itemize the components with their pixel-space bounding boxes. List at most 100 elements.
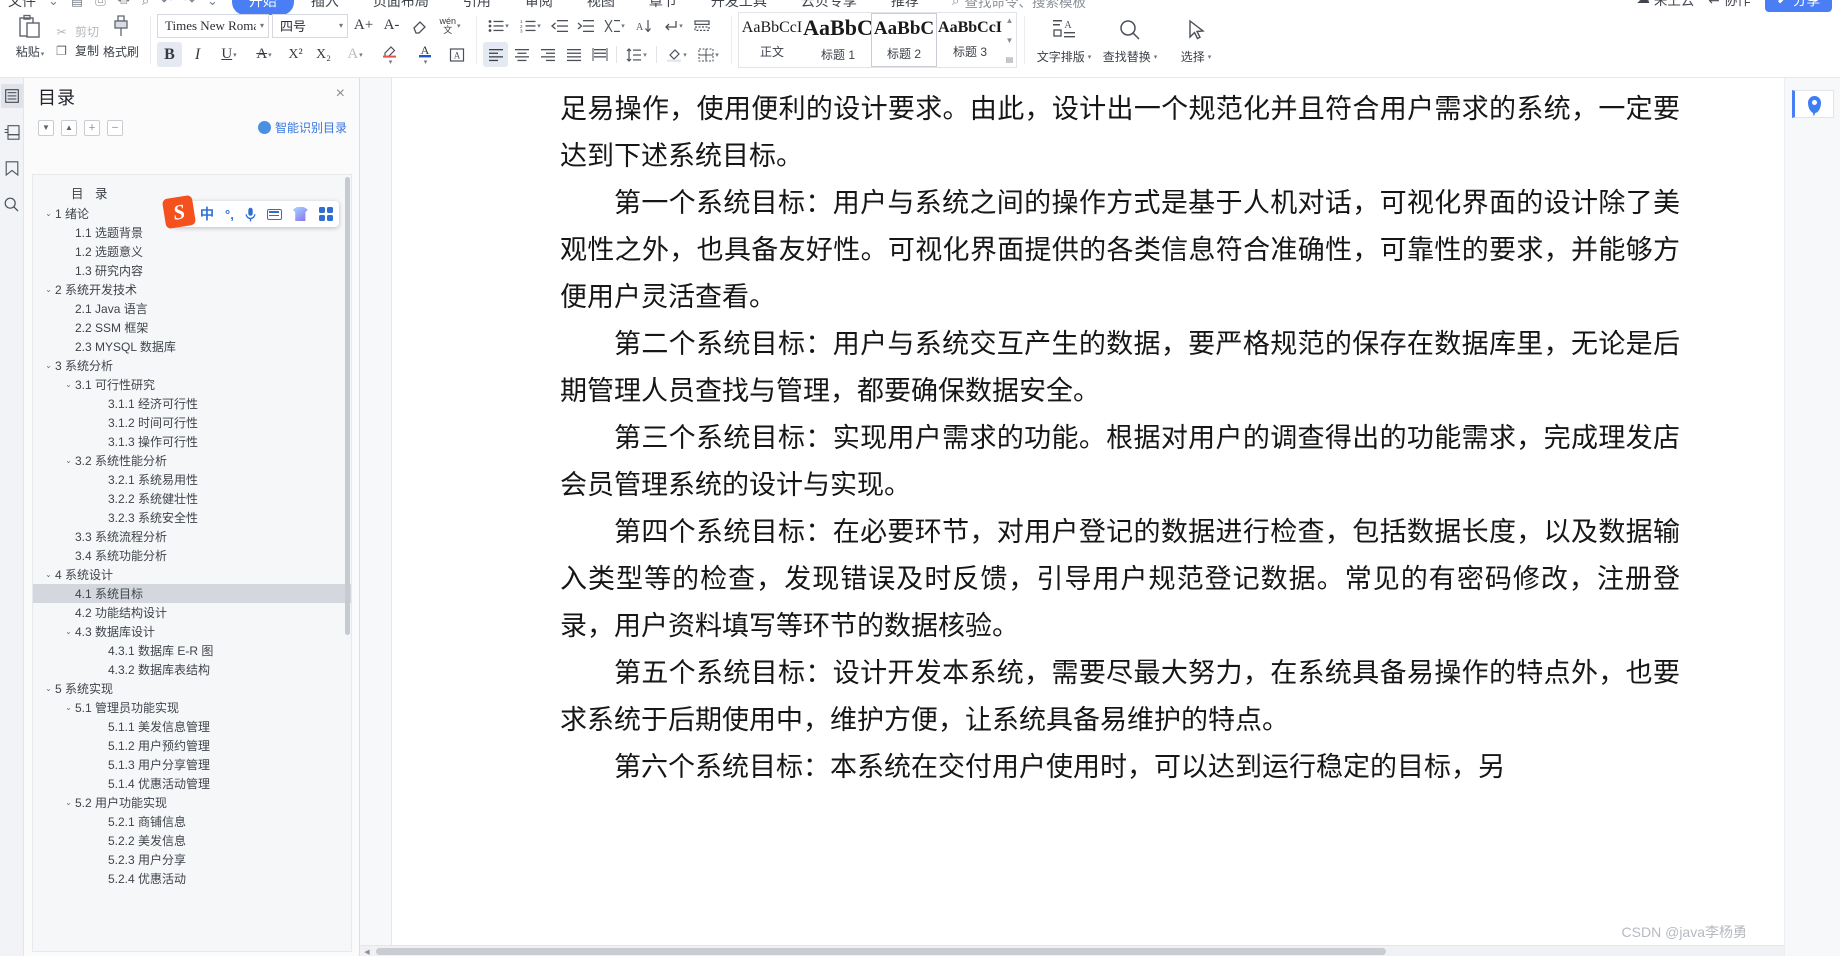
toc-item[interactable]: 2.1 Java 语言 — [33, 299, 351, 318]
numbered-list-button[interactable]: 123 ▾ — [515, 13, 546, 38]
styles-scrollbar[interactable]: ▲ ▼ ▤ — [1003, 13, 1016, 67]
chevron-up-icon[interactable]: ▲ — [61, 119, 77, 136]
superscript-button[interactable]: X² — [283, 42, 308, 67]
chevron-down-icon[interactable]: ⌄ — [62, 798, 75, 807]
collaborate-button[interactable]: ⇄ 协作 — [1708, 0, 1750, 9]
line-spacing-button[interactable]: ▾ — [621, 42, 652, 67]
chevron-down-icon[interactable]: ⌄ — [62, 456, 75, 465]
skin-icon[interactable] — [292, 207, 308, 221]
location-badge[interactable] — [1792, 90, 1834, 118]
chevron-down-icon[interactable]: ⌄ — [62, 627, 75, 636]
toc-item[interactable]: 3.2.2 系统健壮性 — [33, 489, 351, 508]
format-painter-button[interactable]: 格式刷 — [99, 10, 143, 60]
distributed-align-button[interactable] — [587, 42, 612, 67]
style-normal[interactable]: AaBbCcI 正文 — [739, 13, 805, 67]
microphone-icon[interactable] — [245, 207, 256, 222]
toc-item[interactable]: 4.1 系统目标 — [33, 584, 351, 603]
scroll-down-icon[interactable]: ▼ — [1006, 36, 1014, 45]
font-size-select[interactable]: 四号 ▾ — [272, 13, 349, 38]
chevron-down-icon[interactable]: ⌄ — [42, 209, 55, 218]
paste-button[interactable]: 粘贴▾ — [7, 10, 53, 60]
underline-button[interactable]: U ▾ — [213, 42, 245, 67]
smart-toc-button[interactable]: 智能识别目录 — [257, 119, 347, 136]
chevron-down-icon[interactable]: ⌄ — [42, 684, 55, 693]
toc-item[interactable]: ⌄ 4.3 数据库设计 — [33, 622, 351, 641]
bold-button[interactable]: B — [157, 42, 183, 67]
highlight-color-button[interactable]: ▾ — [374, 42, 406, 67]
toc-item[interactable]: 5.2.4 优惠活动 — [33, 869, 351, 888]
strikethrough-button[interactable]: A ▾ — [248, 42, 280, 67]
toc-item[interactable]: 5.2.1 商铺信息 — [33, 812, 351, 831]
bullet-list-button[interactable]: ▾ — [483, 13, 514, 38]
select-button[interactable]: 选择 ▾ — [1163, 12, 1229, 70]
toc-item[interactable]: ⌄ 4 系统设计 — [33, 565, 351, 584]
toc-item[interactable]: 3.1.3 操作可行性 — [33, 432, 351, 451]
chevron-down-icon[interactable]: ⌄ — [42, 570, 55, 579]
toc-item[interactable]: 4.2 功能结构设计 — [33, 603, 351, 622]
toc-item[interactable]: 5.1.1 美发信息管理 — [33, 717, 351, 736]
paragraph-layout-button[interactable] — [689, 13, 714, 38]
align-left-button[interactable] — [483, 42, 509, 67]
toc-item[interactable]: 3.2.3 系统安全性 — [33, 508, 351, 527]
text-layout-button[interactable]: A 文字排版 ▾ — [1031, 12, 1097, 70]
horizontal-scrollbar[interactable]: ◀ ▶ — [360, 945, 1812, 956]
cut-button[interactable]: ✂ 剪切 — [53, 23, 99, 40]
toc-item[interactable]: 5.2.2 美发信息 — [33, 831, 351, 850]
toc-item[interactable]: 1.3 研究内容 — [33, 261, 351, 280]
toc-item[interactable]: 1.2 选题意义 — [33, 242, 351, 261]
style-heading-3[interactable]: AaBbCcI 标题 3 — [937, 13, 1003, 67]
shrink-font-button[interactable]: A- — [379, 13, 404, 38]
toc-item[interactable]: 3.2.1 系统易用性 — [33, 470, 351, 489]
borders-button[interactable]: ▾ — [693, 42, 724, 67]
chevron-down-icon[interactable]: ⌄ — [42, 361, 55, 370]
save-icon[interactable]: ▤ — [71, 0, 83, 9]
find-replace-button[interactable]: 查找替换 ▾ — [1097, 12, 1163, 70]
sort-button[interactable]: A — [631, 13, 656, 38]
pinyin-guide-button[interactable]: wén 文 ▾ — [435, 13, 465, 38]
font-family-select[interactable]: Times New Roma ▾ — [157, 13, 270, 38]
italic-button[interactable]: I — [185, 42, 210, 67]
toc-item[interactable]: 3.1.1 经济可行性 — [33, 394, 351, 413]
toc-scrollbar[interactable] — [345, 177, 350, 635]
character-border-button[interactable]: A — [444, 42, 469, 67]
justify-button[interactable] — [561, 42, 586, 67]
ime-mode-toggle[interactable]: 中 — [200, 204, 214, 224]
style-heading-2[interactable]: AaBbC 标题 2 — [871, 13, 938, 67]
show-formatting-marks-button[interactable]: ▾ — [657, 13, 688, 38]
copy-button[interactable]: ❐ 复制 — [53, 42, 99, 59]
toc-item[interactable]: ⌄ 3 系统分析 — [33, 356, 351, 375]
scroll-left-icon[interactable]: ◀ — [360, 946, 374, 957]
expand-all-icon[interactable]: ＋ — [84, 119, 100, 136]
horizontal-scroll-thumb[interactable] — [376, 948, 1386, 955]
increase-indent-button[interactable] — [573, 13, 598, 38]
find-icon[interactable]: ⌕ — [142, 0, 149, 9]
toc-item[interactable]: 5.2.3 用户分享 — [33, 850, 351, 869]
toc-item[interactable]: 5.1.4 优惠活动管理 — [33, 774, 351, 793]
search-icon[interactable] — [1, 192, 23, 216]
toc-item[interactable]: ⌄ 3.2 系统性能分析 — [33, 451, 351, 470]
chevron-down-icon[interactable]: ⌄ — [48, 0, 59, 9]
chevron-down-icon[interactable]: ⌄ — [42, 285, 55, 294]
align-right-button[interactable] — [535, 42, 560, 67]
scroll-up-icon[interactable]: ▲ — [1006, 16, 1014, 25]
toc-item[interactable]: 2.2 SSM 框架 — [33, 318, 351, 337]
toc-list[interactable]: 目 录 ⌄ 1 绪论 1.1 选题背景 1.2 选题意义 1.3 研究内容 ⌄ 2 系统开发… — [32, 174, 352, 952]
toc-item[interactable]: 5.1.2 用户预约管理 — [33, 736, 351, 755]
thumbnail-icon[interactable] — [1, 120, 23, 144]
toc-item[interactable]: 3.1.2 时间可行性 — [33, 413, 351, 432]
toc-item[interactable]: ⌄ 2 系统开发技术 — [33, 280, 351, 299]
toc-item[interactable]: 2.3 MYSQL 数据库 — [33, 337, 351, 356]
clear-formatting-button[interactable] — [407, 13, 432, 38]
text-effects-button[interactable]: A ▾ — [339, 42, 371, 67]
toc-item[interactable]: ⌄ 5 系统实现 — [33, 679, 351, 698]
document-page[interactable]: 足易操作，使用便利的设计要求。由此，设计出一个规范化并且符合用户需求的系统，一定… — [392, 78, 1807, 956]
styles-expand-icon[interactable]: ▤ — [1006, 55, 1014, 64]
apps-icon[interactable] — [318, 207, 333, 221]
toc-item[interactable]: 4.3.2 数据库表结构 — [33, 660, 351, 679]
style-heading-1[interactable]: AaBbC 标题 1 — [803, 13, 873, 67]
subscript-button[interactable]: X₂ — [311, 42, 336, 67]
toc-icon[interactable] — [0, 84, 23, 108]
redo-icon[interactable]: ↷ — [184, 0, 195, 9]
toc-item[interactable]: ⌄ 5.1 管理员功能实现 — [33, 698, 351, 717]
cloud-button[interactable]: ☁ 来上云 — [1636, 0, 1694, 9]
